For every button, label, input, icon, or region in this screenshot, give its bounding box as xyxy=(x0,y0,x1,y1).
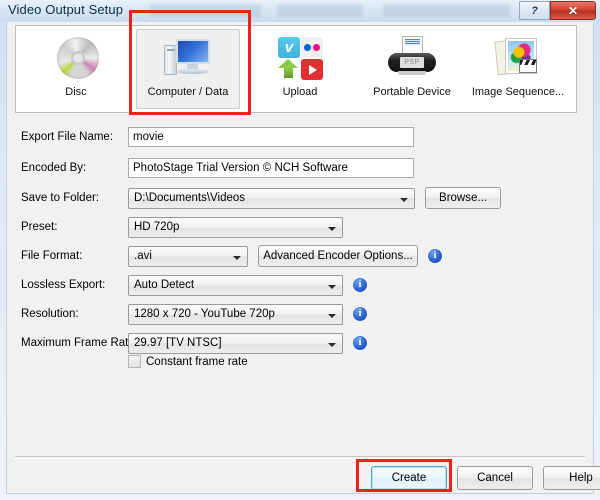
destination-portable-device[interactable]: PSP Portable Device xyxy=(360,29,464,109)
checkbox-box[interactable] xyxy=(128,355,141,368)
footer-separator xyxy=(15,456,585,459)
cancel-button[interactable]: Cancel xyxy=(457,466,533,490)
destination-disc[interactable]: Disc xyxy=(24,29,128,109)
constant-frame-rate-label: Constant frame rate xyxy=(146,355,248,368)
preset-combo[interactable]: HD 720p xyxy=(128,217,343,238)
resolution-value: 1280 x 720 - YouTube 720p xyxy=(134,308,275,320)
destination-panel: Disc Computer / Data v Upload PSP Portab… xyxy=(15,25,577,113)
advanced-encoder-options-button[interactable]: Advanced Encoder Options... xyxy=(258,245,418,267)
portable-device-icon: PSP xyxy=(386,35,438,83)
chevron-down-icon xyxy=(328,314,336,318)
flickr-icon xyxy=(301,37,323,58)
help-icon[interactable]: ? xyxy=(519,1,550,20)
export-file-name-input[interactable]: movie xyxy=(128,127,414,147)
monitor-icon xyxy=(162,35,214,83)
file-format-combo[interactable]: .avi xyxy=(128,246,248,267)
chevron-down-icon xyxy=(400,198,408,202)
close-icon[interactable]: ✕ xyxy=(550,1,596,20)
destination-image-sequence[interactable]: Image Sequence... xyxy=(466,29,570,109)
video-output-setup-dialog: Video Output Setup ? ✕ Disc Computer / D… xyxy=(0,0,600,500)
upload-icon: v xyxy=(274,35,326,83)
preset-value: HD 720p xyxy=(134,221,180,233)
window-title: Video Output Setup xyxy=(8,2,124,17)
chevron-down-icon xyxy=(233,256,241,260)
vimeo-icon: v xyxy=(278,37,300,58)
destination-computer-data[interactable]: Computer / Data xyxy=(136,29,240,109)
dialog-body: Disc Computer / Data v Upload PSP Portab… xyxy=(6,22,600,494)
lossless-export-combo[interactable]: Auto Detect xyxy=(128,275,343,296)
youtube-icon xyxy=(301,59,323,80)
background-window-text xyxy=(150,4,510,17)
file-format-label: File Format: xyxy=(21,250,83,262)
save-to-folder-value: D:\Documents\Videos xyxy=(134,192,246,204)
upload-arrow-icon xyxy=(278,59,300,80)
browse-button[interactable]: Browse... xyxy=(425,187,501,209)
info-icon-resolution[interactable]: i xyxy=(353,307,367,321)
preset-label: Preset: xyxy=(21,221,58,233)
title-bar: Video Output Setup ? ✕ xyxy=(0,0,600,22)
image-sequence-icon xyxy=(492,35,544,83)
lossless-export-label: Lossless Export: xyxy=(21,279,106,291)
resolution-combo[interactable]: 1280 x 720 - YouTube 720p xyxy=(128,304,343,325)
maximum-frame-rate-label: Maximum Frame Rate: xyxy=(21,337,138,349)
maximum-frame-rate-combo[interactable]: 29.97 [TV NTSC] xyxy=(128,333,343,354)
destination-label: Image Sequence... xyxy=(471,86,565,98)
chevron-down-icon xyxy=(328,227,336,231)
export-file-name-label: Export File Name: xyxy=(21,131,114,143)
create-button[interactable]: Create xyxy=(371,466,447,490)
resolution-label: Resolution: xyxy=(21,308,79,320)
lossless-export-value: Auto Detect xyxy=(134,279,195,291)
encoded-by-input[interactable]: PhotoStage Trial Version © NCH Software xyxy=(128,158,414,178)
save-to-folder-combo[interactable]: D:\Documents\Videos xyxy=(128,188,415,209)
save-to-folder-label: Save to Folder: xyxy=(21,192,99,204)
chevron-down-icon xyxy=(328,285,336,289)
disc-icon xyxy=(50,35,102,83)
destination-label: Upload xyxy=(282,86,318,98)
window-controls: ? ✕ xyxy=(519,1,596,20)
destination-label: Portable Device xyxy=(373,86,451,98)
help-button[interactable]: Help xyxy=(543,466,600,490)
file-format-value: .avi xyxy=(134,250,152,262)
encoded-by-label: Encoded By: xyxy=(21,162,87,174)
info-icon-maximum-frame-rate[interactable]: i xyxy=(353,336,367,350)
maximum-frame-rate-value: 29.97 [TV NTSC] xyxy=(134,337,222,349)
destination-label: Disc xyxy=(65,86,87,98)
info-icon-file-format[interactable]: i xyxy=(428,249,442,263)
chevron-down-icon xyxy=(328,343,336,347)
constant-frame-rate-checkbox[interactable]: Constant frame rate xyxy=(128,355,248,368)
info-icon-lossless-export[interactable]: i xyxy=(353,278,367,292)
destination-label: Computer / Data xyxy=(147,86,229,98)
destination-upload[interactable]: v Upload xyxy=(248,29,352,109)
